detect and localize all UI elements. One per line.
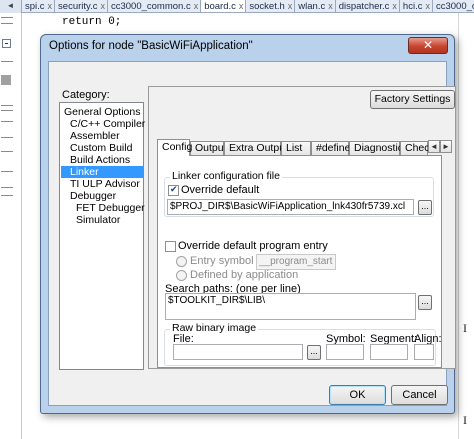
editor-tab[interactable]: spi.c x bbox=[22, 0, 56, 12]
linker-file-input[interactable]: $PROJ_DIR$\BasicWiFiApplication_lnk430fr… bbox=[167, 199, 414, 215]
close-icon[interactable]: ✕ bbox=[408, 37, 448, 54]
raw-file-input[interactable] bbox=[173, 344, 303, 360]
editor-code-line: return 0; bbox=[62, 16, 122, 28]
editor-tab-label: dispatcher.c bbox=[338, 1, 390, 12]
factory-settings-button[interactable]: Factory Settings bbox=[370, 90, 455, 109]
editor-tab-bar: spi.c x security.c x cc3000_common.c x board.c… bbox=[0, 0, 474, 13]
editor-tab[interactable]: hci.c x bbox=[400, 0, 433, 12]
close-icon[interactable]: x bbox=[239, 1, 244, 11]
raw-segment-input[interactable] bbox=[370, 344, 408, 360]
category-item[interactable]: Assembler bbox=[70, 130, 120, 142]
category-item[interactable]: Debugger bbox=[70, 190, 116, 202]
editor-tab[interactable]: security.c x bbox=[55, 0, 108, 12]
editor-tab[interactable]: socket.h x bbox=[246, 0, 296, 12]
category-item[interactable]: Custom Build bbox=[70, 142, 132, 154]
editor-tab[interactable]: wlan.c x bbox=[295, 0, 336, 12]
tab-diagnostics[interactable]: Diagnostics bbox=[349, 141, 408, 155]
dialog-title: Options for node "BasicWiFiApplication" bbox=[49, 40, 253, 52]
category-item[interactable]: Linker bbox=[61, 166, 143, 178]
override-default-checkbox[interactable] bbox=[168, 184, 179, 196]
close-icon[interactable]: x bbox=[100, 1, 105, 11]
raw-file-browse-button[interactable]: ... bbox=[307, 345, 321, 360]
category-item[interactable]: Build Actions bbox=[70, 154, 130, 166]
tab-config[interactable]: Config bbox=[157, 139, 192, 156]
search-paths-textarea[interactable]: $TOOLKIT_DIR$\LIB\ bbox=[165, 293, 416, 320]
override-entry-checkbox[interactable] bbox=[165, 241, 176, 252]
tab-output[interactable]: Output bbox=[190, 141, 227, 155]
linker-file-browse-button[interactable]: ... bbox=[418, 200, 432, 215]
tab-check[interactable]: Check bbox=[400, 141, 435, 155]
text-cursor-icon: I bbox=[463, 413, 467, 427]
ok-button[interactable]: OK bbox=[329, 385, 386, 405]
tab-scroll-right-icon[interactable]: ► bbox=[440, 140, 452, 153]
editor-tab[interactable]: dispatcher.c x bbox=[336, 0, 400, 12]
raw-symbol-input[interactable] bbox=[326, 344, 364, 360]
tab-define[interactable]: #define bbox=[311, 141, 350, 155]
editor-tab-label: board.c bbox=[204, 1, 236, 12]
cancel-button[interactable]: Cancel bbox=[391, 385, 448, 405]
override-default-label: Override default bbox=[181, 184, 260, 196]
tab-list[interactable]: List bbox=[281, 141, 311, 155]
close-icon[interactable]: x bbox=[328, 1, 333, 11]
entry-symbol-label: Entry symbol bbox=[190, 255, 254, 267]
close-icon[interactable]: x bbox=[425, 1, 430, 11]
editor-tab-label: socket.h bbox=[249, 1, 285, 12]
category-item[interactable]: General Options bbox=[64, 106, 140, 118]
category-item[interactable]: C/C++ Compiler bbox=[70, 118, 145, 130]
entry-symbol-radio[interactable] bbox=[176, 256, 187, 267]
editor-tab-label: cc3000_common.h bbox=[435, 1, 474, 12]
editor-tab[interactable]: cc3000_common.c x bbox=[108, 0, 202, 12]
text-cursor-icon: I bbox=[463, 321, 467, 335]
close-icon[interactable]: x bbox=[48, 1, 53, 11]
editor-tab-label: security.c bbox=[58, 1, 98, 12]
editor-tab[interactable]: board.c x bbox=[201, 0, 247, 12]
editor-tab-label: hci.c bbox=[402, 1, 423, 12]
workspace-panel bbox=[0, 13, 22, 439]
category-label: Category: bbox=[62, 89, 110, 101]
tab-extra-output[interactable]: Extra Output bbox=[224, 141, 288, 155]
editor-tab-label: spi.c bbox=[25, 1, 45, 12]
editor-tab-label: cc3000_common.c bbox=[110, 1, 191, 12]
category-tree[interactable]: General Options C/C++ Compiler Assembler Cu… bbox=[59, 102, 145, 370]
close-icon[interactable]: x bbox=[288, 1, 293, 11]
defined-by-app-label: Defined by application bbox=[190, 269, 299, 281]
close-icon[interactable]: x bbox=[392, 1, 397, 11]
search-paths-browse-button[interactable]: ... bbox=[418, 295, 432, 310]
linker-config-group-title: Linker configuration file bbox=[170, 170, 282, 182]
editor-tab[interactable]: cc3000_common.hx bbox=[433, 0, 474, 12]
category-item[interactable]: FET Debugger bbox=[76, 202, 145, 214]
category-item[interactable]: Simulator bbox=[76, 214, 120, 226]
entry-symbol-input[interactable]: __program_start bbox=[256, 254, 336, 270]
raw-align-input[interactable] bbox=[414, 344, 434, 360]
tab-scroll-left-icon[interactable]: ◄ bbox=[428, 140, 440, 153]
config-tab-page: Linker configuration file Override defau… bbox=[157, 155, 442, 368]
defined-by-app-radio[interactable] bbox=[176, 270, 187, 281]
editor-right-margin: I I bbox=[458, 13, 474, 439]
workspace-checkbox-icon[interactable] bbox=[2, 39, 11, 48]
override-entry-label: Override default program entry bbox=[178, 240, 328, 252]
close-icon[interactable]: x bbox=[194, 1, 199, 11]
category-item[interactable]: TI ULP Advisor bbox=[70, 178, 140, 190]
editor-nav-back-icon[interactable]: ◄ bbox=[0, 0, 22, 13]
editor-tab-label: wlan.c bbox=[298, 1, 326, 12]
